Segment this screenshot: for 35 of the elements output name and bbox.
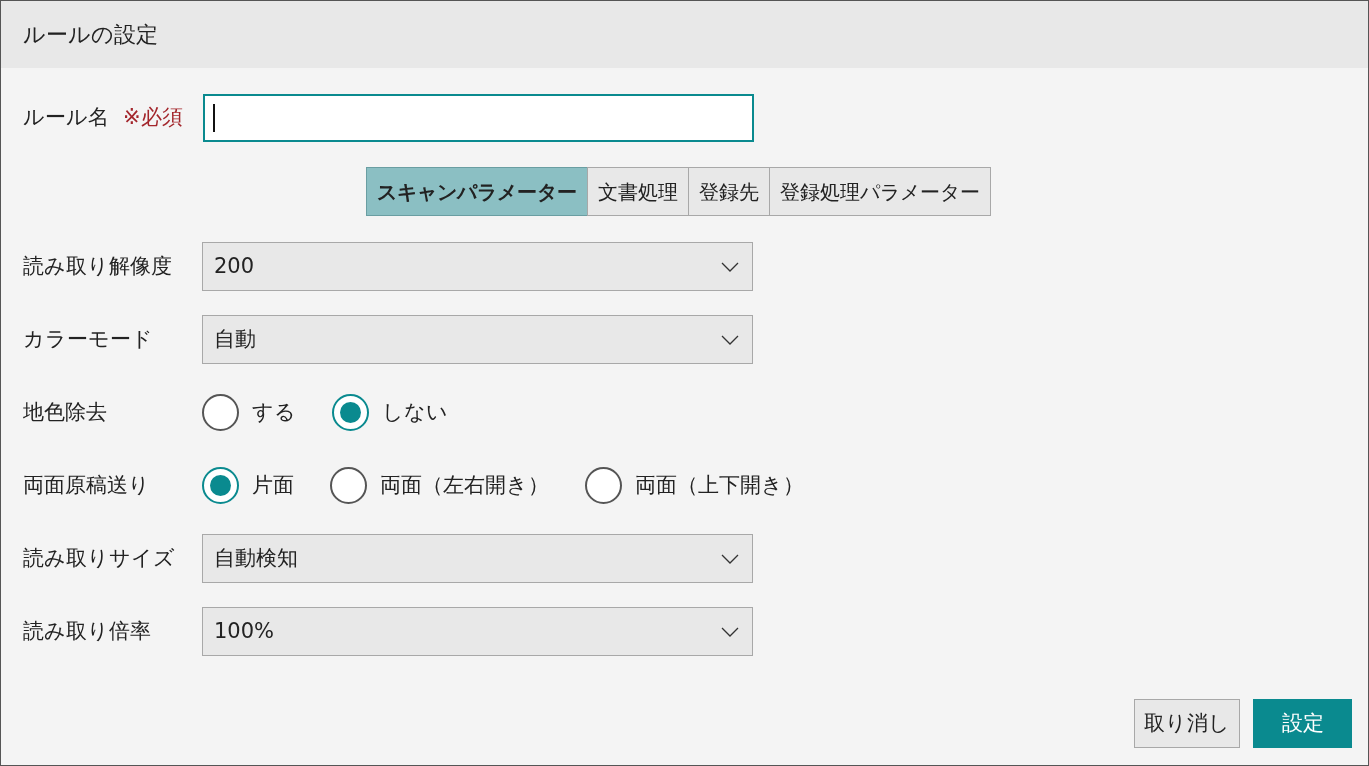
radio-button[interactable]	[585, 467, 622, 504]
chevron-down-icon	[721, 626, 739, 637]
field-label: 両面原稿送り	[23, 471, 151, 499]
tab[interactable]: 文書処理	[587, 167, 689, 216]
radio-button[interactable]	[330, 467, 367, 504]
field-label: 読み取り解像度	[23, 252, 173, 280]
field-label: 読み取りサイズ	[23, 544, 176, 572]
cancel-button[interactable]: 取り消し	[1134, 699, 1240, 748]
field-label: カラーモード	[23, 325, 154, 353]
field-label: 読み取り倍率	[23, 617, 152, 645]
radio-option[interactable]: 両面（左右開き）	[330, 467, 549, 504]
radio-button[interactable]	[332, 394, 369, 431]
tab[interactable]: 登録先	[688, 167, 770, 216]
radio-button[interactable]	[202, 467, 239, 504]
field-label: 地色除去	[23, 398, 108, 426]
text-cursor	[212, 104, 215, 132]
chevron-down-icon	[721, 553, 739, 564]
radio-option[interactable]: しない	[332, 394, 448, 431]
dropdown[interactable]: 自動	[202, 315, 753, 364]
radio-option[interactable]: する	[202, 394, 296, 431]
dropdown[interactable]: 自動検知	[202, 534, 753, 583]
required-note: ※必須	[123, 104, 183, 132]
dropdown[interactable]: 100%	[202, 607, 753, 656]
tab[interactable]: 登録処理パラメーター	[769, 167, 991, 216]
radio-option[interactable]: 片面	[202, 467, 294, 504]
rule-name-field[interactable]	[202, 94, 754, 142]
tab[interactable]: スキャンパラメーター	[366, 167, 588, 216]
radio-option[interactable]: 両面（上下開き）	[585, 467, 804, 504]
chevron-down-icon	[721, 334, 739, 345]
radio-button[interactable]	[202, 394, 239, 431]
dropdown[interactable]: 200	[202, 242, 753, 291]
confirm-button[interactable]: 設定	[1253, 699, 1352, 748]
window-title: ルールの設定	[23, 21, 158, 49]
field-label: ルール名	[23, 104, 109, 132]
chevron-down-icon	[721, 261, 739, 272]
